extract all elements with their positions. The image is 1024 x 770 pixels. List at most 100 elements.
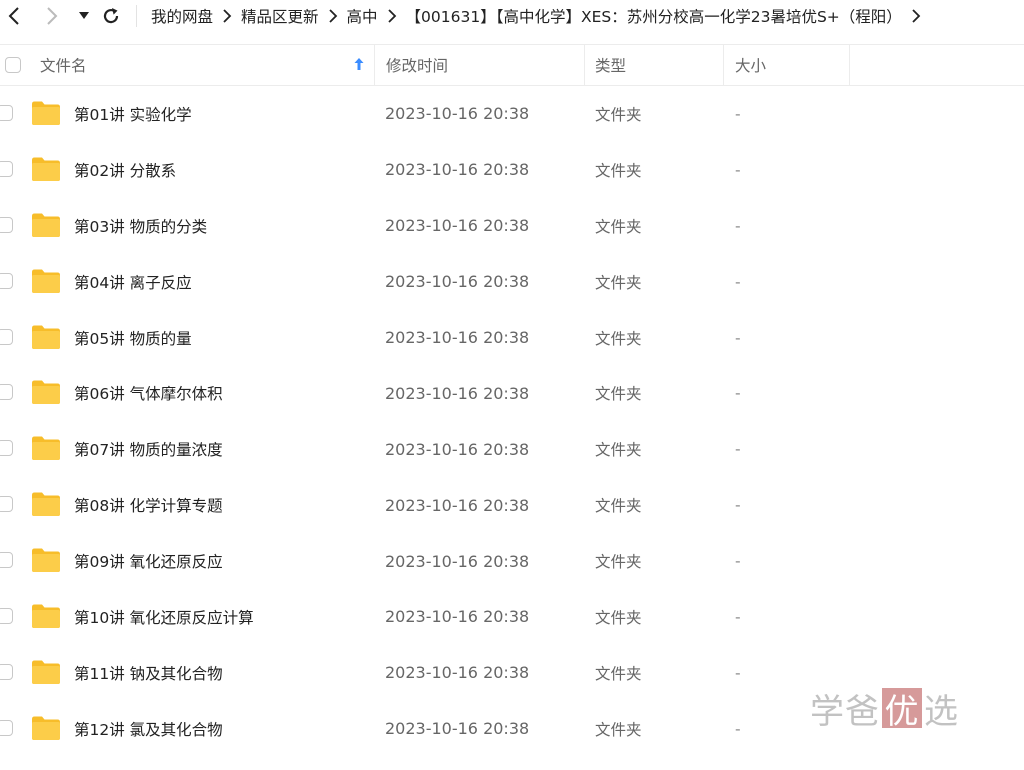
chevron-left-icon [8,7,19,25]
folder-icon [32,380,60,405]
row-checkbox[interactable] [0,272,13,289]
file-size: - [735,104,741,123]
file-row[interactable]: 第06讲 气体摩尔体积 2023-10-16 20:38 文件夹 - [0,365,1024,421]
file-size: - [735,328,741,347]
breadcrumb-item-current-folder[interactable]: 【001631】【高中化学】XES：苏州分校高一化学23暑培优S+（程阳） [406,5,902,27]
breadcrumb-more-icon[interactable] [911,9,921,23]
file-modified-time: 2023-10-16 20:38 [385,104,530,124]
folder-icon [32,157,60,181]
breadcrumb-separator-icon [387,9,397,23]
file-type: 文件夹 [595,329,642,348]
column-header-size[interactable]: 大小 [723,45,850,85]
file-size: - [735,552,741,571]
file-type: 文件夹 [595,553,642,572]
file-row[interactable]: 第04讲 离子反应 2023-10-16 20:38 文件夹 - [0,254,1024,310]
file-name[interactable]: 第07讲 物质的量浓度 [74,421,223,477]
file-modified-time: 2023-10-16 20:38 [385,719,530,739]
row-checkbox[interactable] [0,384,13,401]
file-row[interactable]: 第03讲 物质的分类 2023-10-16 20:38 文件夹 - [0,198,1024,254]
file-type: 文件夹 [595,608,642,627]
breadcrumb-item-premium[interactable]: 精品区更新 [241,5,319,27]
file-size: - [735,440,741,459]
row-checkbox[interactable] [0,440,13,457]
breadcrumb: 我的网盘 精品区更新 高中 【001631】【高中化学】XES：苏州分校高一化学… [151,5,930,27]
row-checkbox[interactable] [0,552,13,569]
file-size: - [735,607,741,626]
folder-icon [32,269,60,293]
file-name[interactable]: 第02讲 分散系 [74,142,176,198]
file-name[interactable]: 第11讲 钠及其化合物 [74,645,223,701]
column-header-modified-label: 修改时间 [386,57,449,75]
row-checkbox[interactable] [0,216,13,233]
row-checkbox[interactable] [0,160,13,177]
file-row[interactable]: 第01讲 实验化学 2023-10-16 20:38 文件夹 - [0,86,1024,142]
row-checkbox[interactable] [0,608,13,625]
column-header-name[interactable]: 文件名 [40,45,370,85]
breadcrumb-separator-icon [328,9,338,23]
file-name[interactable]: 第10讲 氧化还原反应计算 [74,589,254,645]
refresh-icon [103,8,119,24]
file-type: 文件夹 [595,385,642,404]
folder-icon [32,101,60,125]
breadcrumb-item-my-drive[interactable]: 我的网盘 [151,5,213,27]
folder-icon [32,213,60,237]
forward-button[interactable] [38,0,66,32]
column-header-modified[interactable]: 修改时间 [374,45,584,85]
row-checkbox[interactable] [0,719,13,736]
file-size: - [735,719,741,738]
file-row[interactable]: 第05讲 物质的量 2023-10-16 20:38 文件夹 - [0,310,1024,366]
caret-down-icon [79,12,89,19]
top-navigation-bar: 我的网盘 精品区更新 高中 【001631】【高中化学】XES：苏州分校高一化学… [0,0,1024,32]
nav-divider [136,5,137,27]
row-checkbox[interactable] [0,663,13,680]
folder-icon [32,604,60,629]
file-name[interactable]: 第01讲 实验化学 [74,86,192,142]
watermark-text-end: 选 [924,691,959,732]
refresh-button[interactable] [98,0,124,32]
file-modified-time: 2023-10-16 20:38 [385,495,530,515]
file-row[interactable]: 第02讲 分散系 2023-10-16 20:38 文件夹 - [0,142,1024,198]
chevron-right-icon [47,7,58,25]
file-size: - [735,272,741,291]
watermark-boxed-char: 优 [882,688,922,732]
folder-icon [32,325,60,349]
select-all-checkbox[interactable] [5,57,21,73]
file-size: - [735,160,741,179]
file-name[interactable]: 第05讲 物质的量 [74,310,192,366]
file-type: 文件夹 [595,273,642,292]
file-name[interactable]: 第08讲 化学计算专题 [74,477,223,533]
file-modified-time: 2023-10-16 20:38 [385,272,530,292]
file-row[interactable]: 第10讲 氧化还原反应计算 2023-10-16 20:38 文件夹 - [0,589,1024,645]
file-name[interactable]: 第12讲 氯及其化合物 [74,701,223,757]
folder-icon [32,492,60,517]
file-modified-time: 2023-10-16 20:38 [385,607,530,627]
file-name[interactable]: 第03讲 物质的分类 [74,198,207,254]
breadcrumb-item-highschool[interactable]: 高中 [347,5,378,27]
column-header-type[interactable]: 类型 [584,45,723,85]
file-modified-time: 2023-10-16 20:38 [385,328,530,347]
file-size: - [735,216,741,235]
file-modified-time: 2023-10-16 20:38 [385,216,530,236]
breadcrumb-separator-icon [222,9,232,23]
back-button[interactable] [0,0,28,32]
file-row[interactable]: 第09讲 氧化还原反应 2023-10-16 20:38 文件夹 - [0,533,1024,589]
folder-icon [32,660,60,684]
row-checkbox[interactable] [0,328,13,345]
history-dropdown-button[interactable] [74,0,94,32]
file-name[interactable]: 第06讲 气体摩尔体积 [74,365,223,421]
folder-icon [32,716,60,740]
file-type: 文件夹 [595,664,642,683]
file-row[interactable]: 第07讲 物质的量浓度 2023-10-16 20:38 文件夹 - [0,421,1024,477]
folder-icon [32,436,60,461]
file-modified-time: 2023-10-16 20:38 [385,551,530,571]
file-name[interactable]: 第09讲 氧化还原反应 [74,533,223,589]
file-row[interactable]: 第08讲 化学计算专题 2023-10-16 20:38 文件夹 - [0,477,1024,533]
watermark-text: 学爸 [810,691,880,732]
watermark-logo: 学爸 优 选 [810,688,959,732]
row-checkbox[interactable] [0,105,13,121]
file-name[interactable]: 第04讲 离子反应 [74,254,192,310]
row-checkbox[interactable] [0,496,13,513]
folder-icon [32,548,60,573]
sort-ascending-icon[interactable] [354,57,364,71]
file-type: 文件夹 [595,161,642,180]
